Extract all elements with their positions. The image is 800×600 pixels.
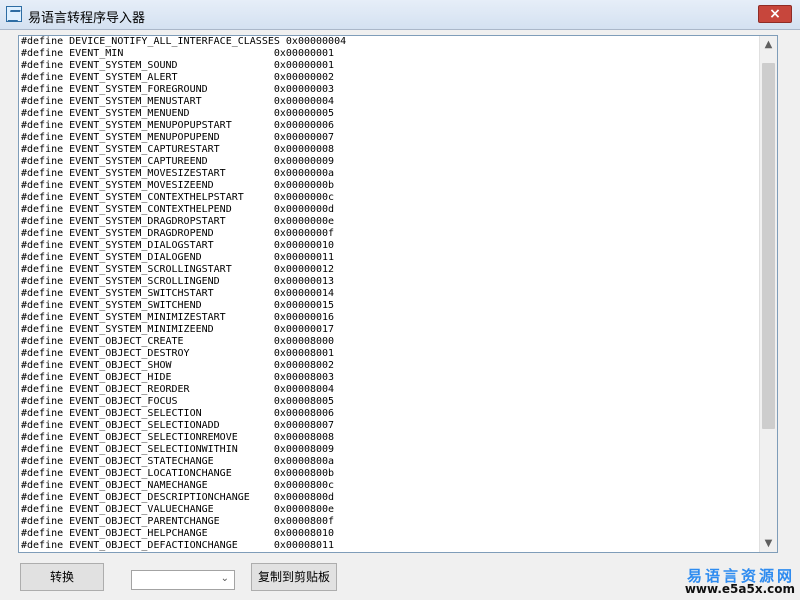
window-title: 易语言转程序导入器	[28, 11, 146, 26]
code-line[interactable]: #define EVENT_SYSTEM_MENUPOPUPEND 0x0000…	[21, 132, 756, 144]
code-line[interactable]: #define EVENT_SYSTEM_CONTEXTHELPSTART 0x…	[21, 192, 756, 204]
code-line[interactable]: #define EVENT_SYSTEM_MENUPOPUPSTART 0x00…	[21, 120, 756, 132]
code-line[interactable]: #define EVENT_OBJECT_SELECTIONADD 0x0000…	[21, 420, 756, 432]
format-select[interactable]: ⌄	[131, 570, 235, 590]
code-line[interactable]: #define EVENT_SYSTEM_MENUEND 0x00000005	[21, 108, 756, 120]
code-line[interactable]: #define EVENT_OBJECT_LOCATIONCHANGE 0x00…	[21, 468, 756, 480]
title-bar: 易语言转程序导入器 ×	[0, 0, 800, 30]
code-line[interactable]: #define EVENT_SYSTEM_DRAGDROPSTART 0x000…	[21, 216, 756, 228]
code-line[interactable]: #define EVENT_SYSTEM_SWITCHSTART 0x00000…	[21, 288, 756, 300]
code-line[interactable]: #define EVENT_SYSTEM_SCROLLINGEND 0x0000…	[21, 276, 756, 288]
scroll-thumb[interactable]	[762, 62, 775, 429]
code-line[interactable]: #define EVENT_SYSTEM_MINIMIZESTART 0x000…	[21, 312, 756, 324]
code-line[interactable]: #define EVENT_OBJECT_SELECTIONWITHIN 0x0…	[21, 444, 756, 456]
close-button[interactable]: ×	[758, 5, 792, 23]
code-editor[interactable]: #define DEVICE_NOTIFY_ALL_INTERFACE_CLAS…	[18, 35, 778, 553]
code-line[interactable]: #define EVENT_OBJECT_DESTROY 0x00008001	[21, 348, 756, 360]
code-line[interactable]: #define EVENT_SYSTEM_MOVESIZEEND 0x00000…	[21, 180, 756, 192]
scroll-up-icon[interactable]: ▲	[760, 36, 777, 53]
scroll-down-icon[interactable]: ▼	[760, 535, 777, 552]
close-icon: ×	[769, 6, 781, 22]
code-line[interactable]: #define EVENT_OBJECT_DESCRIPTIONCHANGE 0…	[21, 492, 756, 504]
code-line[interactable]: #define EVENT_OBJECT_VALUECHANGE 0x00008…	[21, 504, 756, 516]
code-line[interactable]: #define EVENT_OBJECT_SELECTIONREMOVE 0x0…	[21, 432, 756, 444]
code-line[interactable]: #define EVENT_OBJECT_REORDER 0x00008004	[21, 384, 756, 396]
copy-to-clipboard-button[interactable]: 复制到剪贴板	[251, 563, 337, 591]
code-line[interactable]: #define EVENT_SYSTEM_MINIMIZEEND 0x00000…	[21, 324, 756, 336]
convert-button[interactable]: 转换	[20, 563, 104, 591]
code-line[interactable]: #define EVENT_OBJECT_SELECTION 0x0000800…	[21, 408, 756, 420]
code-line[interactable]: #define EVENT_OBJECT_HIDE 0x00008003	[21, 372, 756, 384]
code-content[interactable]: #define DEVICE_NOTIFY_ALL_INTERFACE_CLAS…	[21, 36, 756, 552]
code-line[interactable]: #define EVENT_SYSTEM_MENUSTART 0x0000000…	[21, 96, 756, 108]
code-line[interactable]: #define EVENT_OBJECT_NAMECHANGE 0x000080…	[21, 480, 756, 492]
code-line[interactable]: #define EVENT_SYSTEM_DIALOGEND 0x0000001…	[21, 252, 756, 264]
code-line[interactable]: #define EVENT_OBJECT_CREATE 0x00008000	[21, 336, 756, 348]
code-line[interactable]: #define EVENT_SYSTEM_ALERT 0x00000002	[21, 72, 756, 84]
code-line[interactable]: #define EVENT_SYSTEM_SOUND 0x00000001	[21, 60, 756, 72]
code-line[interactable]: #define EVENT_SYSTEM_DRAGDROPEND 0x00000…	[21, 228, 756, 240]
code-line[interactable]: #define EVENT_SYSTEM_FOREGROUND 0x000000…	[21, 84, 756, 96]
code-line[interactable]: #define EVENT_SYSTEM_SWITCHEND 0x0000001…	[21, 300, 756, 312]
code-line[interactable]: #define DEVICE_NOTIFY_ALL_INTERFACE_CLAS…	[21, 36, 756, 48]
code-line[interactable]: #define EVENT_SYSTEM_MOVESIZESTART 0x000…	[21, 168, 756, 180]
chevron-down-icon: ⌄	[220, 573, 229, 584]
code-line[interactable]: #define EVENT_SYSTEM_SCROLLINGSTART 0x00…	[21, 264, 756, 276]
code-line[interactable]: #define EVENT_SYSTEM_DIALOGSTART 0x00000…	[21, 240, 756, 252]
vertical-scrollbar[interactable]: ▲ ▼	[759, 36, 777, 552]
code-line[interactable]: #define EVENT_OBJECT_PARENTCHANGE 0x0000…	[21, 516, 756, 528]
code-line[interactable]: #define EVENT_OBJECT_DEFACTIONCHANGE 0x0…	[21, 540, 756, 552]
code-line[interactable]: #define EVENT_SYSTEM_CAPTURESTART 0x0000…	[21, 144, 756, 156]
code-line[interactable]: #define EVENT_OBJECT_SHOW 0x00008002	[21, 360, 756, 372]
site-watermark-en: www.e5a5x.com	[684, 582, 795, 596]
code-line[interactable]: #define EVENT_OBJECT_FOCUS 0x00008005	[21, 396, 756, 408]
code-line[interactable]: #define EVENT_OBJECT_HELPCHANGE 0x000080…	[21, 528, 756, 540]
code-line[interactable]: #define EVENT_MIN 0x00000001	[21, 48, 756, 60]
code-line[interactable]: #define EVENT_SYSTEM_CAPTUREEND 0x000000…	[21, 156, 756, 168]
code-line[interactable]: #define EVENT_OBJECT_STATECHANGE 0x00008…	[21, 456, 756, 468]
app-icon	[6, 6, 22, 22]
code-line[interactable]: #define EVENT_SYSTEM_CONTEXTHELPEND 0x00…	[21, 204, 756, 216]
